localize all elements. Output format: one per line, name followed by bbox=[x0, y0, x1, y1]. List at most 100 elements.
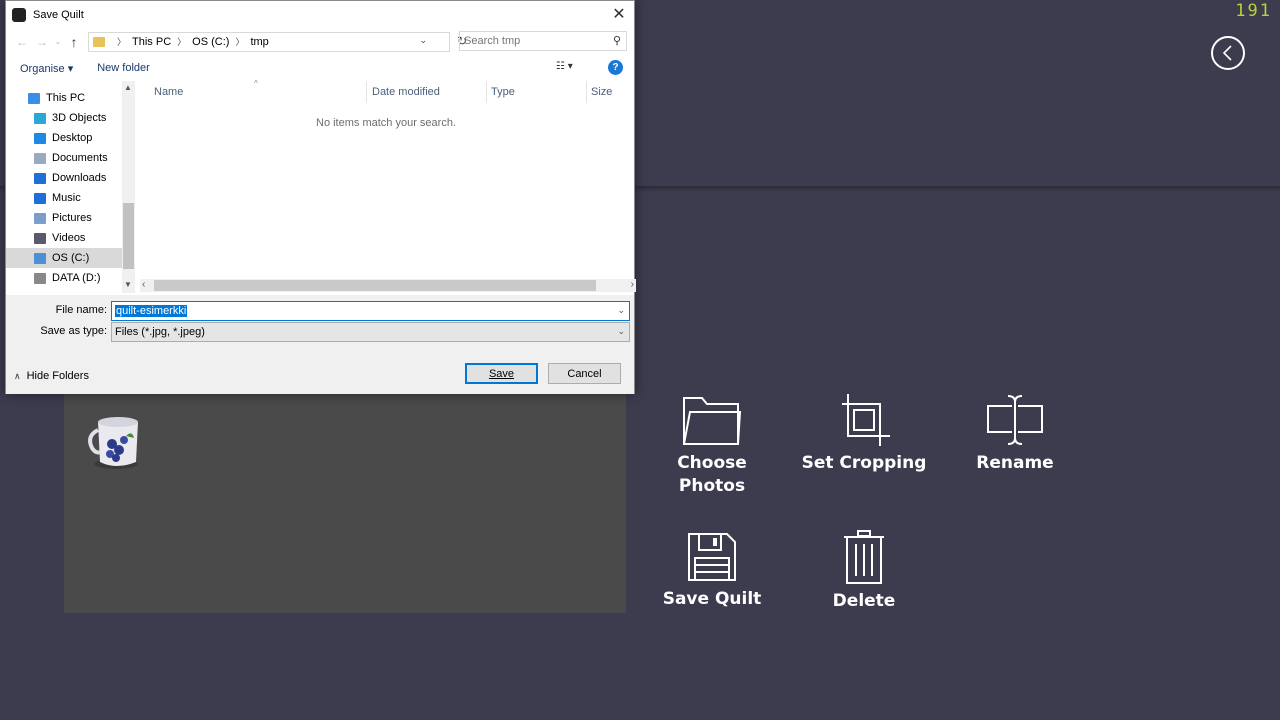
address-bar[interactable]: 〉 This PC 〉 OS (C:) 〉 tmp ⌄ ↻ bbox=[88, 31, 467, 52]
hide-folders-toggle[interactable]: ∧ Hide Folders bbox=[14, 370, 89, 382]
nav-item-label: DATA (D:) bbox=[52, 272, 101, 284]
choose-photos-button[interactable]: Choose Photos bbox=[637, 394, 787, 498]
column-header-date-modified[interactable]: Date modified bbox=[372, 81, 440, 103]
save-as-type-row: Save as type: Files (*.jpg, *.jpeg) ⌄ bbox=[6, 322, 634, 342]
dialog-titlebar: Save Quilt ✕ bbox=[6, 1, 634, 28]
scroll-right-icon[interactable]: › bbox=[631, 279, 634, 290]
new-folder-button[interactable]: New folder bbox=[97, 62, 150, 74]
text-cursor-icon bbox=[987, 395, 1043, 445]
recent-locations-icon[interactable]: ⌄ bbox=[52, 37, 64, 46]
chevron-down-icon[interactable]: ⌄ bbox=[617, 305, 625, 316]
breadcrumb-os-c[interactable]: OS (C:) bbox=[192, 36, 229, 48]
column-divider[interactable] bbox=[486, 81, 487, 103]
column-header-name[interactable]: Name bbox=[154, 81, 183, 103]
sort-ascending-icon: ^ bbox=[254, 79, 258, 88]
organise-menu[interactable]: Organise ▾ bbox=[20, 62, 73, 75]
search-box[interactable]: ⚲ bbox=[459, 31, 627, 51]
folder-icon bbox=[93, 36, 105, 47]
dialog-title: Save Quilt bbox=[33, 8, 84, 21]
cancel-button[interactable]: Cancel bbox=[548, 363, 621, 384]
set-cropping-label: Set Cropping bbox=[801, 453, 927, 473]
nav-item-icon bbox=[34, 152, 46, 164]
save-dialog: Save Quilt ✕ ← → ⌄ ↑ 〉 This PC 〉 OS (C:)… bbox=[5, 0, 636, 394]
trash-can-icon bbox=[844, 530, 884, 584]
delete-label: Delete bbox=[832, 591, 896, 611]
scrollbar-thumb[interactable] bbox=[123, 203, 134, 269]
nav-item-label: Desktop bbox=[52, 132, 93, 144]
nav-item[interactable]: Videos bbox=[6, 228, 122, 248]
chevron-down-icon[interactable]: ⌄ bbox=[617, 326, 625, 337]
nav-item-label: 3D Objects bbox=[52, 112, 107, 124]
scroll-down-icon[interactable]: ▼ bbox=[124, 280, 132, 289]
scroll-up-icon[interactable]: ▲ bbox=[124, 83, 132, 92]
nav-item[interactable]: Documents bbox=[6, 148, 122, 168]
nav-item-label: OS (C:) bbox=[52, 252, 90, 264]
chevron-left-icon bbox=[1222, 45, 1232, 61]
column-header-size[interactable]: Size bbox=[591, 81, 612, 103]
nav-item[interactable]: DATA (D:) bbox=[6, 268, 122, 288]
empty-folder-message: No items match your search. bbox=[316, 117, 456, 129]
save-quilt-button[interactable]: Save Quilt bbox=[637, 532, 787, 611]
nav-item-icon bbox=[34, 212, 46, 224]
mug-photo-thumbnail[interactable] bbox=[86, 412, 148, 474]
set-cropping-button[interactable]: Set Cropping bbox=[789, 394, 939, 475]
breadcrumb-this-pc[interactable]: This PC bbox=[132, 36, 171, 48]
nav-item-icon bbox=[34, 132, 46, 144]
save-button-label: Save bbox=[488, 367, 515, 380]
organise-label: Organise bbox=[20, 62, 65, 75]
column-divider[interactable] bbox=[586, 81, 587, 103]
counter-display: 191 bbox=[1235, 1, 1272, 21]
nav-item-label: Music bbox=[52, 192, 81, 204]
nav-item-label: Documents bbox=[52, 152, 108, 164]
nav-item[interactable]: Pictures bbox=[6, 208, 122, 228]
search-icon: ⚲ bbox=[612, 35, 621, 47]
choose-photos-label: Choose Photos bbox=[677, 453, 747, 496]
column-header-type[interactable]: Type bbox=[491, 81, 515, 103]
nav-item[interactable]: Downloads bbox=[6, 168, 122, 188]
save-quilt-label: Save Quilt bbox=[662, 589, 762, 609]
save-as-type-select[interactable]: Files (*.jpg, *.jpeg) ⌄ bbox=[111, 322, 630, 342]
nav-item-icon bbox=[34, 232, 46, 244]
nav-item-label: Downloads bbox=[52, 172, 107, 184]
column-divider[interactable] bbox=[366, 81, 367, 103]
view-options-icon[interactable]: ☷ ▾ bbox=[556, 61, 584, 72]
nav-item-label: This PC bbox=[46, 92, 86, 104]
file-list-pane: ^ Name Date modified Type Size No items … bbox=[136, 79, 636, 293]
dialog-footer: File name: quilt-esimerkki ⌄ Save as typ… bbox=[6, 295, 634, 394]
nav-item-label: Pictures bbox=[52, 212, 92, 224]
chevron-down-icon[interactable]: ⌄ bbox=[419, 35, 427, 46]
folder-icon bbox=[683, 397, 742, 445]
save-button[interactable]: Save bbox=[465, 363, 538, 384]
scroll-left-icon[interactable]: ‹ bbox=[142, 279, 145, 290]
nav-item[interactable]: Music bbox=[6, 188, 122, 208]
nav-item-icon bbox=[34, 252, 46, 264]
nav-item-icon bbox=[34, 192, 46, 204]
rename-button[interactable]: Rename bbox=[940, 394, 1090, 475]
navigation-pane: This PC 3D Objects Desktop Documents Downloa… bbox=[6, 81, 134, 293]
navigation-scrollbar[interactable]: ▲ ▼ bbox=[122, 81, 135, 293]
search-input[interactable] bbox=[464, 35, 604, 47]
nav-item[interactable]: Desktop bbox=[6, 128, 122, 148]
file-name-row: File name: quilt-esimerkki ⌄ bbox=[6, 301, 634, 321]
forward-arrow-icon[interactable]: → bbox=[32, 35, 52, 49]
up-arrow-icon[interactable]: ↑ bbox=[64, 34, 84, 50]
file-name-input[interactable]: quilt-esimerkki ⌄ bbox=[111, 301, 630, 321]
crop-icon bbox=[842, 394, 890, 446]
save-as-type-label: Save as type: bbox=[40, 325, 107, 337]
floppy-disk-icon bbox=[688, 533, 736, 581]
nav-item[interactable]: OS (C:) bbox=[6, 248, 122, 268]
nav-item-label: Videos bbox=[52, 232, 86, 244]
back-arrow-icon[interactable]: ← bbox=[12, 35, 32, 49]
dialog-body: This PC 3D Objects Desktop Documents Downloa… bbox=[6, 79, 636, 293]
nav-item[interactable]: This PC bbox=[6, 88, 122, 108]
delete-button[interactable]: Delete bbox=[789, 530, 939, 613]
horizontal-scrollbar[interactable]: ‹ › bbox=[140, 279, 636, 292]
nav-item[interactable]: 3D Objects bbox=[6, 108, 122, 128]
scrollbar-thumb[interactable] bbox=[154, 280, 596, 291]
help-icon[interactable]: ? bbox=[608, 60, 623, 75]
close-icon[interactable]: ✕ bbox=[604, 1, 634, 27]
breadcrumb-tmp[interactable]: tmp bbox=[250, 36, 268, 48]
chevron-right-icon: 〉 bbox=[177, 37, 187, 47]
back-button[interactable] bbox=[1211, 36, 1245, 70]
app-icon bbox=[12, 7, 26, 22]
